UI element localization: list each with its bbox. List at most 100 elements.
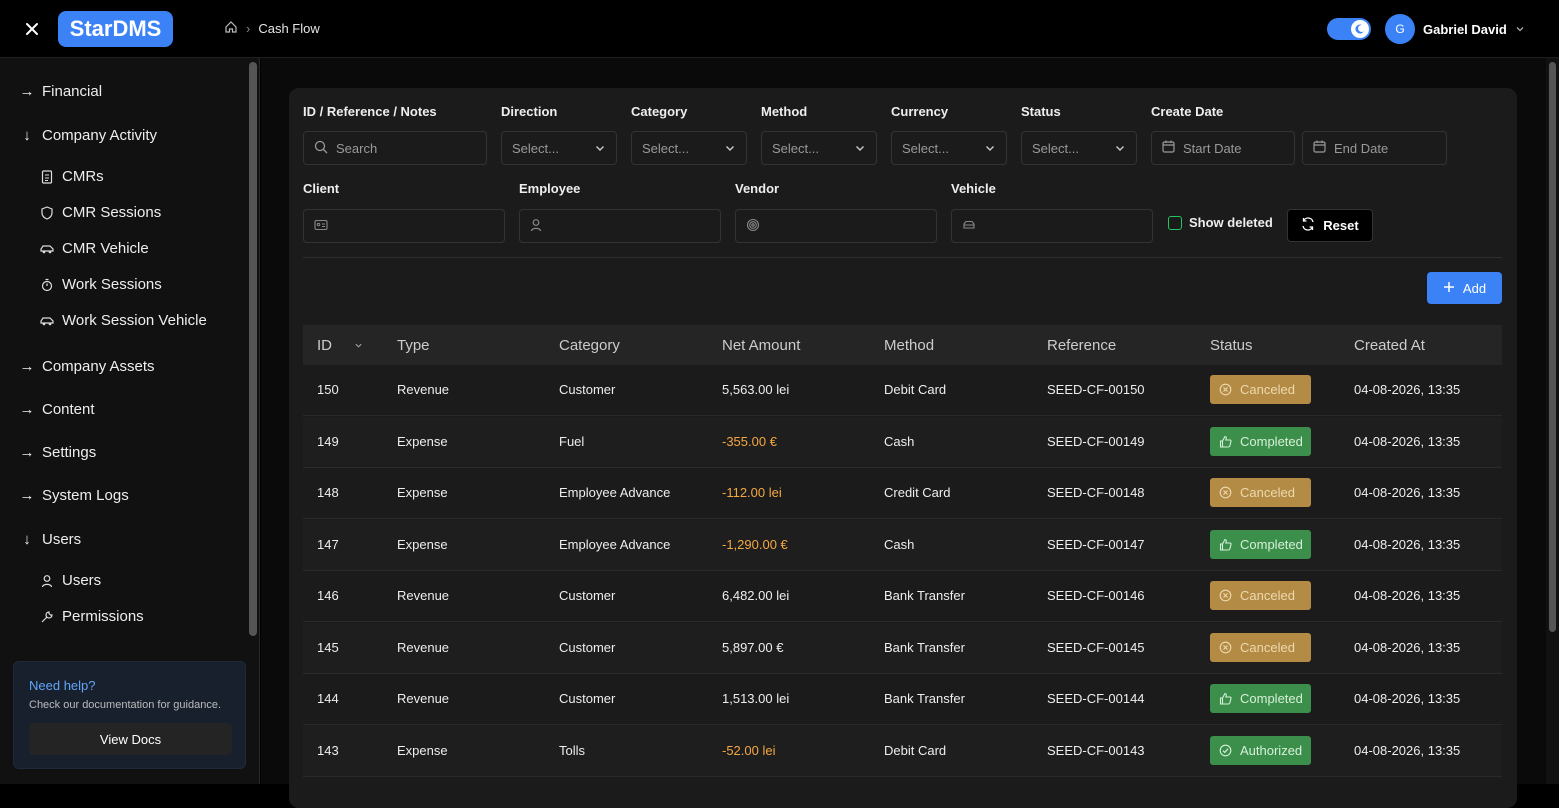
cell-ref: SEED-CF-00145 bbox=[1047, 639, 1145, 655]
cell-category: Customer bbox=[559, 691, 616, 706]
thumbs-up-icon bbox=[1219, 538, 1232, 551]
cell-ref: SEED-CF-00146 bbox=[1047, 588, 1145, 603]
chevron-down-icon bbox=[724, 142, 736, 157]
column-header-category[interactable]: Category bbox=[559, 337, 620, 354]
wrench-icon bbox=[40, 610, 54, 624]
reset-button[interactable]: Reset bbox=[1287, 209, 1373, 242]
divider bbox=[303, 257, 1502, 258]
top-bar: StarDMS › Cash Flow G Gabriel David bbox=[0, 0, 1559, 58]
sidebar-item-settings[interactable]: → Settings bbox=[20, 444, 97, 461]
column-header-status[interactable]: Status bbox=[1210, 337, 1253, 354]
chevron-down-icon bbox=[984, 142, 996, 157]
sidebar-item-system-logs[interactable]: → System Logs bbox=[20, 487, 129, 504]
view-docs-button[interactable]: View Docs bbox=[29, 723, 232, 755]
employee-input[interactable] bbox=[519, 209, 721, 243]
arrow-down-icon: ↓ bbox=[23, 127, 31, 144]
table-row[interactable]: 149 Expense Fuel -355.00 € Cash SEED-CF-00149… bbox=[303, 416, 1502, 468]
status-badge: Canceled bbox=[1210, 581, 1311, 610]
column-header-type[interactable]: Type bbox=[397, 337, 430, 354]
id-card-icon bbox=[314, 219, 328, 234]
sidebar-scrollbar[interactable] bbox=[249, 62, 257, 636]
calendar-icon bbox=[1313, 140, 1326, 156]
status-select[interactable]: Select... bbox=[1021, 131, 1137, 165]
arrow-right-icon: → bbox=[19, 487, 35, 504]
table-row[interactable]: 150 Revenue Customer 5,563.00 lei Debit Card… bbox=[303, 365, 1502, 416]
sidebar-item-users-group[interactable]: ↓ Users bbox=[20, 531, 81, 548]
table-row[interactable]: 146 Revenue Customer 6,482.00 lei Bank Trans… bbox=[303, 571, 1502, 622]
close-icon[interactable] bbox=[20, 17, 44, 41]
client-input[interactable] bbox=[303, 209, 505, 243]
page-scrollbar[interactable] bbox=[1546, 58, 1559, 784]
vendor-input[interactable] bbox=[735, 209, 937, 243]
arrow-right-icon: → bbox=[19, 401, 35, 418]
select-placeholder: Select... bbox=[512, 140, 559, 156]
table-row[interactable]: 145 Revenue Customer 5,897.00 € Bank Transfe… bbox=[303, 622, 1502, 674]
cell-id: 150 bbox=[317, 382, 339, 397]
breadcrumb-current: Cash Flow bbox=[258, 21, 320, 36]
timer-icon bbox=[40, 278, 54, 292]
sidebar-item-work-sessions[interactable]: Work Sessions bbox=[40, 276, 162, 293]
user-menu[interactable]: G Gabriel David bbox=[1385, 14, 1525, 44]
sidebar-item-financial[interactable]: → Financial bbox=[20, 83, 103, 100]
vehicle-input[interactable] bbox=[951, 209, 1153, 243]
direction-select[interactable]: Select... bbox=[501, 131, 617, 165]
currency-select[interactable]: Select... bbox=[891, 131, 1007, 165]
user-icon bbox=[530, 218, 542, 235]
sidebar-item-cmr-vehicle[interactable]: CMR Vehicle bbox=[40, 240, 149, 257]
cell-category: Customer bbox=[559, 639, 616, 655]
select-placeholder: Select... bbox=[642, 140, 689, 156]
cash-flow-card: ID / Reference / Notes Direction Categor… bbox=[289, 88, 1517, 808]
method-select[interactable]: Select... bbox=[761, 131, 877, 165]
table-row[interactable]: 148 Expense Employee Advance -112.00 lei Cre… bbox=[303, 468, 1502, 519]
cell-type: Revenue bbox=[397, 588, 450, 603]
sidebar-item-cmr-sessions[interactable]: CMR Sessions bbox=[40, 204, 161, 221]
user-icon bbox=[40, 574, 54, 588]
search-placeholder: Search bbox=[336, 140, 378, 156]
filter-label-employee: Employee bbox=[519, 181, 581, 196]
reset-label: Reset bbox=[1323, 218, 1359, 233]
sidebar-item-work-session-vehicle[interactable]: Work Session Vehicle bbox=[40, 312, 207, 329]
column-header-net-amount[interactable]: Net Amount bbox=[722, 337, 800, 354]
show-deleted-checkbox[interactable] bbox=[1168, 216, 1182, 230]
cell-created: 04-08-2026, 13:35 bbox=[1354, 742, 1461, 758]
select-placeholder: Select... bbox=[1032, 140, 1079, 156]
sidebar-item-label: Financial bbox=[42, 83, 103, 100]
theme-toggle[interactable] bbox=[1327, 18, 1371, 40]
status-label: Canceled bbox=[1240, 382, 1295, 397]
scrollbar-thumb[interactable] bbox=[1549, 62, 1556, 632]
cell-id: 144 bbox=[317, 691, 339, 706]
cell-id: 148 bbox=[317, 485, 339, 500]
cell-created: 04-08-2026, 13:35 bbox=[1354, 588, 1461, 603]
search-input[interactable]: Search bbox=[303, 131, 487, 165]
cell-amount: 5,563.00 lei bbox=[722, 382, 790, 397]
cell-type: Expense bbox=[397, 485, 448, 500]
sidebar-item-users[interactable]: Users bbox=[40, 572, 101, 589]
sidebar-item-label: CMR Vehicle bbox=[62, 240, 149, 257]
column-header-id[interactable]: ID bbox=[317, 337, 363, 354]
filter-label-method: Method bbox=[761, 104, 808, 119]
end-date-input[interactable]: End Date bbox=[1302, 131, 1447, 165]
column-header-created-at[interactable]: Created At bbox=[1354, 337, 1425, 354]
start-date-input[interactable]: Start Date bbox=[1151, 131, 1295, 165]
sidebar-item-content[interactable]: → Content bbox=[20, 401, 95, 418]
table-row[interactable]: 147 Expense Employee Advance -1,290.00 € Cas… bbox=[303, 519, 1502, 571]
sidebar-item-company-assets[interactable]: → Company Assets bbox=[20, 358, 155, 375]
add-button[interactable]: Add bbox=[1427, 272, 1502, 304]
sidebar-item-company-activity[interactable]: ↓ Company Activity bbox=[20, 127, 157, 144]
status-label: Completed bbox=[1240, 536, 1303, 552]
column-header-method[interactable]: Method bbox=[884, 337, 934, 354]
table-row[interactable]: 143 Expense Tolls -52.00 lei Debit Card SEED-… bbox=[303, 725, 1502, 777]
cell-amount: -52.00 lei bbox=[722, 742, 776, 758]
cell-created: 04-08-2026, 13:35 bbox=[1354, 433, 1461, 449]
category-select[interactable]: Select... bbox=[631, 131, 747, 165]
arrow-right-icon: → bbox=[19, 358, 35, 375]
sidebar-item-cmrs[interactable]: CMRs bbox=[40, 168, 104, 185]
app-logo[interactable]: StarDMS bbox=[58, 11, 173, 47]
sort-chevron-icon bbox=[354, 337, 363, 354]
sidebar-item-permissions[interactable]: Permissions bbox=[40, 608, 144, 625]
table-row[interactable]: 144 Revenue Customer 1,513.00 lei Bank Trans… bbox=[303, 674, 1502, 725]
sidebar-item-label: Work Sessions bbox=[62, 276, 162, 293]
cell-amount: -112.00 lei bbox=[722, 485, 782, 500]
home-icon[interactable] bbox=[224, 20, 238, 37]
column-header-reference[interactable]: Reference bbox=[1047, 337, 1116, 354]
